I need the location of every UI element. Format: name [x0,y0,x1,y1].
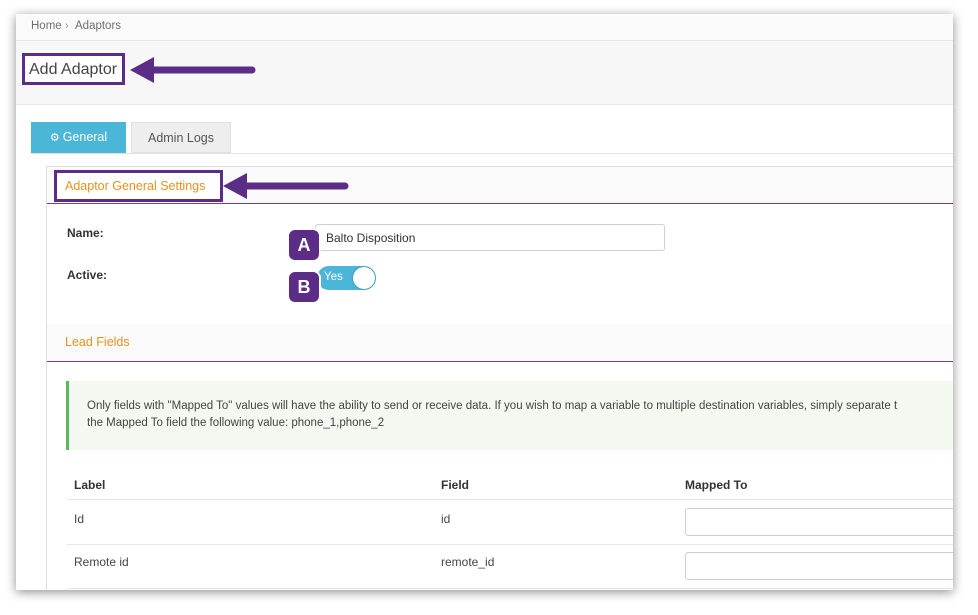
page-title-highlight: Add Adaptor [22,53,125,85]
row-field: remote_id [441,555,495,569]
active-label: Active: [67,268,108,282]
breadcrumb-home-link[interactable]: Home [31,20,62,32]
row-field: id [441,512,451,526]
info-alert-line-1: Only fields with "Mapped To" values will… [87,400,898,412]
row-label: Id [74,512,85,526]
lead-fields-header: Lead Fields [47,324,953,362]
active-toggle[interactable]: Yes [317,266,376,290]
active-toggle-text: Yes [324,271,343,283]
toggle-knob [353,267,375,289]
breadcrumb: Home › Adaptors [16,14,953,41]
general-settings-header: Adaptor General Settings [47,167,953,204]
tab-general-label: General [62,130,108,144]
lead-fields-title: Lead Fields [65,335,130,349]
annotation-arrow-title [130,57,256,83]
row-divider [67,588,953,589]
general-settings-title: Adaptor General Settings [65,179,206,193]
tab-general[interactable]: ⚙ General [31,122,126,153]
breadcrumb-separator: › [65,20,69,32]
info-alert: Only fields with "Mapped To" values will… [66,381,953,450]
app-window: Home › Adaptors Add Adaptor ⚙ General Adm… [16,14,953,590]
tab-admin-logs-label: Admin Logs [147,131,214,145]
info-alert-text: Only fields with "Mapped To" values will… [87,398,953,432]
tabs-area: ⚙ General Admin Logs Adaptor General Sett… [16,105,953,590]
breadcrumb-adaptors-link[interactable]: Adaptors [75,20,121,32]
gears-icon: ⚙ [49,132,60,144]
header-divider [67,499,953,500]
name-input[interactable] [315,224,665,251]
name-label: Name: [67,226,104,240]
tab-divider [31,153,953,154]
mapped-to-input[interactable] [685,552,953,580]
annotation-badge-b: B [287,270,321,304]
page-header: Add Adaptor [16,41,953,105]
tab-admin-logs[interactable]: Admin Logs [131,122,231,153]
general-settings-highlight: Adaptor General Settings [54,170,223,202]
row-label: Remote id [74,555,129,569]
annotation-badge-a: A [287,228,321,262]
column-header-label: Label [74,478,106,492]
general-panel: Adaptor General Settings Name: Active: Y… [46,166,953,590]
info-alert-line-2: the Mapped To field the following value:… [87,417,385,429]
row-divider [67,544,953,545]
column-header-field: Field [441,478,470,492]
mapped-to-input[interactable] [685,508,953,536]
column-header-mapped-to: Mapped To [685,478,748,492]
annotation-arrow-settings [223,173,349,199]
page-title: Add Adaptor [29,61,118,78]
